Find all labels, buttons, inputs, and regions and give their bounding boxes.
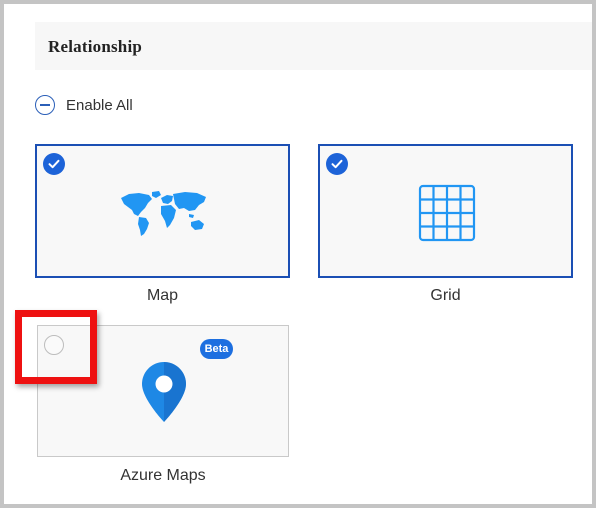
enable-all-label: Enable All: [66, 96, 133, 114]
map-visual-card[interactable]: [35, 144, 290, 278]
azure-maps-visual-card[interactable]: [37, 325, 289, 457]
section-title: Relationship: [48, 37, 143, 56]
map-card-label: Map: [146, 287, 179, 304]
grid-card-label: Grid: [430, 287, 461, 304]
world-map-icon: [121, 191, 206, 236]
map-pin-icon: [142, 362, 186, 422]
checkmark-icon: [43, 153, 65, 175]
section-header: Relationship: [35, 22, 592, 70]
dialog-frame: Relationship Enable All Map Grid Beta Az…: [0, 0, 596, 508]
unselected-radio[interactable]: [44, 335, 64, 355]
beta-badge: Beta: [200, 339, 233, 359]
enable-all-toggle[interactable]: Enable All: [35, 94, 133, 116]
grid-icon: [418, 184, 476, 242]
minus-circle-icon: [35, 95, 55, 115]
azure-maps-card-label: Azure Maps: [120, 467, 206, 484]
grid-visual-card[interactable]: [318, 144, 573, 278]
checkmark-icon: [326, 153, 348, 175]
